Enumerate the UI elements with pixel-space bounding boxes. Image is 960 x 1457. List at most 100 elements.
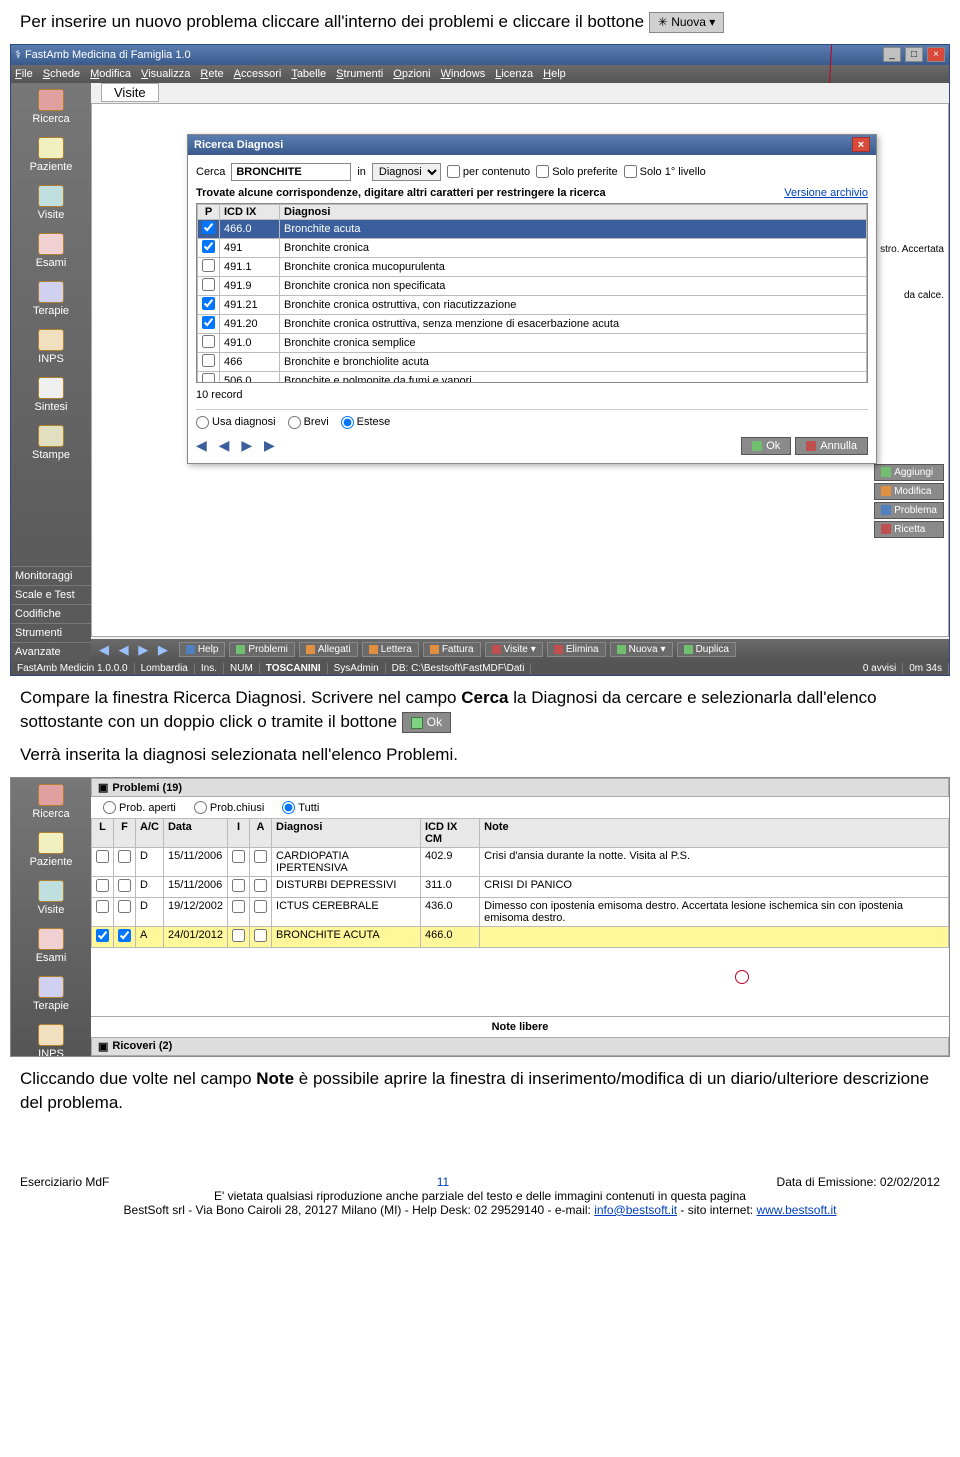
nav-arrows[interactable]: ◀ ◀ ▶ ▶ (196, 437, 279, 454)
menu-modifica[interactable]: Modifica (90, 68, 131, 80)
chk-i[interactable] (232, 850, 245, 863)
rbtn-ricetta[interactable]: Ricetta (874, 521, 944, 538)
chk-f[interactable] (118, 879, 131, 892)
ok-button[interactable]: Ok (741, 437, 791, 455)
sidebar-btn-codifiche[interactable]: Codifiche (11, 604, 91, 623)
tb-duplica[interactable]: Duplica (677, 642, 736, 657)
diag-row[interactable]: 466.0Bronchite acuta (198, 219, 867, 238)
close-button[interactable]: × (927, 47, 945, 62)
chk-f[interactable] (118, 900, 131, 913)
diag-row[interactable]: 491.0Bronchite cronica semplice (198, 333, 867, 352)
pref-checkbox[interactable] (202, 297, 215, 310)
radio-estese[interactable] (341, 416, 354, 429)
radio-tutti[interactable] (282, 801, 295, 814)
chk-a[interactable] (254, 929, 267, 942)
footer-site[interactable]: www.bestsoft.it (756, 1203, 836, 1217)
footer-email[interactable]: info@bestsoft.it (594, 1203, 677, 1217)
sidebar2-item-ricerca[interactable]: Ricerca (11, 778, 91, 826)
in-select[interactable]: Diagnosi (372, 163, 441, 181)
problemi-header[interactable]: ▣Problemi (19) (91, 778, 949, 797)
chk-a[interactable] (254, 900, 267, 913)
sidebar2-item-terapie[interactable]: Terapie (11, 970, 91, 1018)
menu-rete[interactable]: Rete (200, 68, 223, 80)
diag-row[interactable]: 491.20Bronchite cronica ostruttiva, senz… (198, 314, 867, 333)
chk-i[interactable] (232, 929, 245, 942)
dialog-close-icon[interactable]: × (852, 137, 870, 152)
tb-allegati[interactable]: Allegati (299, 642, 358, 657)
cerca-input[interactable] (231, 163, 351, 181)
menu-help[interactable]: Help (543, 68, 566, 80)
chk-preferite[interactable] (536, 165, 549, 178)
chk-l[interactable] (96, 879, 109, 892)
ricoveri-header[interactable]: ▣Ricoveri (2) (91, 1037, 949, 1056)
prob-row[interactable]: D15/11/2006DISTURBI DEPRESSIVI311.0CRISI… (92, 877, 949, 898)
toolbar-nav[interactable]: ◀ ◀ ▶ ▶ (95, 642, 175, 658)
chk-l[interactable] (96, 929, 109, 942)
rbtn-aggiungi[interactable]: Aggiungi (874, 464, 944, 481)
chk-primo[interactable] (624, 165, 637, 178)
minimize-button[interactable]: _ (883, 47, 901, 62)
radio-brevi[interactable] (288, 416, 301, 429)
tb-fattura[interactable]: Fattura (423, 642, 481, 657)
chk-i[interactable] (232, 879, 245, 892)
pref-checkbox[interactable] (202, 354, 215, 367)
sidebar2-item-inps[interactable]: INPS (11, 1018, 91, 1057)
menu-schede[interactable]: Schede (43, 68, 80, 80)
chk-f[interactable] (118, 850, 131, 863)
chk-l[interactable] (96, 850, 109, 863)
maximize-button[interactable]: □ (905, 47, 923, 62)
prob-row[interactable]: D15/11/2006CARDIOPATIA IPERTENSIVA402.9C… (92, 848, 949, 877)
diag-row[interactable]: 491.1Bronchite cronica mucopurulenta (198, 257, 867, 276)
radio-aperti[interactable] (103, 801, 116, 814)
menu-licenza[interactable]: Licenza (495, 68, 533, 80)
diag-row[interactable]: 491.9Bronchite cronica non specificata (198, 276, 867, 295)
chk-a[interactable] (254, 879, 267, 892)
sidebar2-item-paziente[interactable]: Paziente (11, 826, 91, 874)
sidebar-btn-monitoraggi[interactable]: Monitoraggi (11, 566, 91, 585)
sidebar2-item-visite[interactable]: Visite (11, 874, 91, 922)
chk-i[interactable] (232, 900, 245, 913)
menu-strumenti[interactable]: Strumenti (336, 68, 383, 80)
chk-contenuto[interactable] (447, 165, 460, 178)
menu-opzioni[interactable]: Opzioni (393, 68, 430, 80)
tb-help[interactable]: Help (179, 642, 226, 657)
sidebar-item-stampe[interactable]: Stampe (11, 419, 91, 467)
sidebar-item-sintesi[interactable]: Sintesi (11, 371, 91, 419)
sidebar-item-visite[interactable]: Visite (11, 179, 91, 227)
sidebar-item-paziente[interactable]: Paziente (11, 131, 91, 179)
rbtn-problema[interactable]: Problema (874, 502, 944, 519)
tb-problemi[interactable]: Problemi (229, 642, 294, 657)
pref-checkbox[interactable] (202, 373, 215, 383)
rbtn-modifica[interactable]: Modifica (874, 483, 944, 500)
tb-nuova[interactable]: Nuova ▾ (610, 642, 673, 657)
versione-archivio-link[interactable]: Versione archivio (784, 187, 868, 199)
annulla-button[interactable]: Annulla (795, 437, 868, 455)
diag-row[interactable]: 466Bronchite e bronchiolite acuta (198, 352, 867, 371)
diag-row[interactable]: 491Bronchite cronica (198, 238, 867, 257)
radio-chiusi[interactable] (194, 801, 207, 814)
pref-checkbox[interactable] (202, 316, 215, 329)
menu-file[interactable]: File (15, 68, 33, 80)
sidebar-btn-avanzate[interactable]: Avanzate (11, 642, 91, 661)
chk-a[interactable] (254, 850, 267, 863)
menu-accessori[interactable]: Accessori (234, 68, 282, 80)
prob-row[interactable]: A24/01/2012BRONCHITE ACUTA466.0 (92, 927, 949, 948)
chk-f[interactable] (118, 929, 131, 942)
tb-elimina[interactable]: Elimina (547, 642, 606, 657)
sidebar-item-terapie[interactable]: Terapie (11, 275, 91, 323)
pref-checkbox[interactable] (202, 240, 215, 253)
sidebar-item-ricerca[interactable]: Ricerca (11, 83, 91, 131)
sidebar2-item-esami[interactable]: Esami (11, 922, 91, 970)
chk-l[interactable] (96, 900, 109, 913)
sidebar-item-inps[interactable]: INPS (11, 323, 91, 371)
tb-visite[interactable]: Visite ▾ (485, 642, 543, 657)
menu-windows[interactable]: Windows (441, 68, 486, 80)
note-cell[interactable] (480, 927, 949, 948)
tb-lettera[interactable]: Lettera (362, 642, 419, 657)
pref-checkbox[interactable] (202, 221, 215, 234)
note-cell[interactable]: CRISI DI PANICO (480, 877, 949, 898)
diag-row[interactable]: 506.0Bronchite e polmonite da fumi e vap… (198, 371, 867, 383)
sidebar-btn-strumenti[interactable]: Strumenti (11, 623, 91, 642)
prob-row[interactable]: D19/12/2002ICTUS CEREBRALE436.0Dimesso c… (92, 898, 949, 927)
pref-checkbox[interactable] (202, 335, 215, 348)
